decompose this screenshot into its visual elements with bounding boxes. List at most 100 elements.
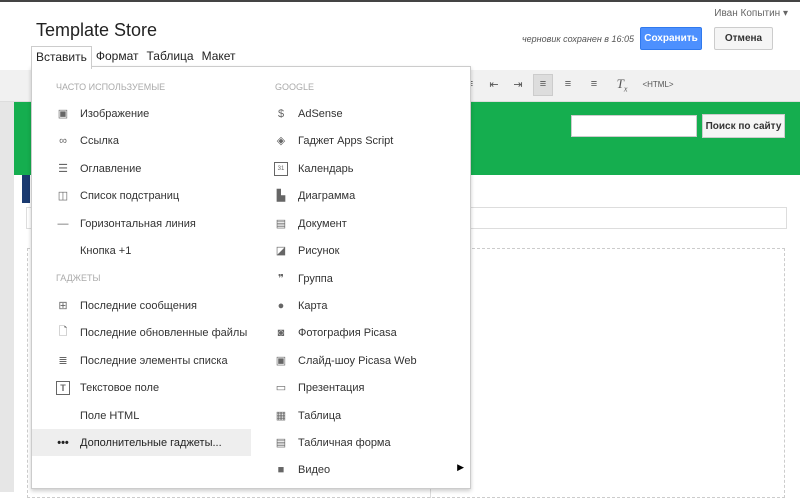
menu-item-map[interactable]: ● Карта [272, 292, 470, 319]
presentation-icon: ▭ [275, 382, 287, 394]
menu-item-textbox[interactable]: T Текстовое поле [32, 374, 251, 401]
link-icon: ∞ [59, 134, 67, 147]
submenu-arrow-icon: ▶ [457, 462, 464, 472]
item-label: Календарь [298, 162, 354, 175]
item-label: Текстовое поле [80, 381, 160, 394]
site-search-button[interactable]: Поиск по сайту [702, 114, 785, 138]
menu-item-recent-files[interactable]: 🗋 Последние обновленные файлы [32, 319, 251, 346]
menu-item-group[interactable]: ❞ Группа [272, 265, 470, 292]
page-title: Template Store [36, 20, 158, 40]
spreadsheet-icon: ▦ [275, 410, 287, 422]
top-border [0, 0, 800, 2]
item-label: Таблица [298, 409, 342, 422]
item-label: Карта [298, 299, 328, 312]
section-header-frequent: ЧАСТО ИСПОЛЬЗУЕМЫЕ [56, 82, 166, 92]
toc-icon: ☰ [58, 163, 68, 175]
align-left-icon[interactable]: ≡ [535, 78, 551, 92]
item-label: Дополнительные гаджеты... [80, 436, 222, 449]
menu-item-more-gadgets[interactable]: ••• Дополнительные гаджеты... [32, 429, 251, 456]
menu-item-toc[interactable]: ☰ Оглавление [32, 155, 251, 182]
clear-format-icon[interactable]: Tx [614, 76, 630, 94]
item-label: Последние обновленные файлы [80, 326, 248, 339]
item-label: Рисунок [298, 244, 340, 257]
dollar-icon: $ [277, 107, 285, 120]
indent-icon[interactable]: ⇥ [510, 78, 526, 92]
item-label: Последние элементы списка [80, 354, 228, 367]
item-label: Поле HTML [80, 409, 140, 422]
menu-item-spreadsheet[interactable]: ▦ Таблица [272, 402, 470, 429]
item-label: Документ [298, 217, 347, 230]
camera-icon: ◙ [277, 326, 285, 339]
item-label: Гаджет Apps Script [298, 134, 394, 147]
item-label: Фотография Picasa [298, 326, 397, 339]
script-icon: ◈ [276, 135, 286, 147]
posts-icon: ⊞ [58, 300, 68, 312]
map-pin-icon: ● [277, 299, 285, 312]
item-label: Видео [298, 463, 331, 476]
menu-item-calendar[interactable]: 31 Календарь [272, 155, 470, 182]
item-label: Презентация [298, 381, 365, 394]
html-button[interactable]: <HTML> [641, 80, 675, 94]
align-center-icon[interactable]: ≡ [560, 78, 576, 92]
section-header-google: GOOGLE [275, 82, 315, 92]
cancel-button[interactable]: Отмена [714, 27, 773, 50]
item-label: Кнопка +1 [80, 244, 132, 257]
item-label: Ссылка [80, 134, 119, 147]
menu-item-subpages[interactable]: ◫ Список подстраниц [32, 182, 251, 209]
nav-strip [22, 175, 30, 203]
video-icon: ■ [277, 463, 285, 476]
slideshow-icon: ▣ [275, 355, 287, 367]
menu-item-presentation[interactable]: ▭ Презентация [272, 374, 470, 401]
hr-icon: — [57, 217, 69, 230]
more-icon: ••• [57, 436, 69, 449]
menu-item-form[interactable]: ▤ Табличная форма [272, 429, 470, 456]
menu-item-hr[interactable]: — Горизонтальная линия [32, 210, 251, 237]
menu-item-picasa-slideshow[interactable]: ▣ Слайд-шоу Picasa Web [272, 347, 470, 374]
calendar-icon: 31 [274, 161, 288, 176]
item-label: Слайд-шоу Picasa Web [298, 354, 417, 367]
item-label: Диаграмма [298, 189, 356, 202]
item-label: Список подстраниц [80, 189, 180, 202]
menu-item-html-box[interactable]: Поле HTML [32, 402, 251, 429]
document-icon: ▤ [275, 218, 287, 230]
menu-item-plusone[interactable]: Кнопка +1 [32, 237, 251, 264]
image-icon: ▣ [57, 108, 69, 120]
drawing-icon: ◪ [275, 245, 287, 257]
menu-item-picasa-photo[interactable]: ◙ Фотография Picasa [272, 319, 470, 346]
menu-insert[interactable]: Вставить [31, 46, 92, 69]
menu-item-adsense[interactable]: $ AdSense [272, 100, 470, 127]
menu-item-recent-list[interactable]: ≣ Последние элементы списка [32, 347, 251, 374]
blank-icon [56, 244, 70, 258]
group-icon: ❞ [278, 273, 284, 285]
section-header-gadgets: ГАДЖЕТЫ [56, 273, 101, 283]
files-icon: 🗋 [58, 326, 68, 338]
outdent-icon[interactable]: ⇤ [486, 78, 502, 92]
menu-item-image[interactable]: ▣ Изображение [32, 100, 251, 127]
item-label: Изображение [80, 107, 150, 120]
form-icon: ▤ [275, 437, 287, 449]
textbox-icon: T [56, 380, 70, 395]
menu-item-recent-posts[interactable]: ⊞ Последние сообщения [32, 292, 251, 319]
save-button[interactable]: Сохранить [640, 27, 702, 50]
menu-item-chart[interactable]: ▙ Диаграмма [272, 182, 470, 209]
item-label: Последние сообщения [80, 299, 198, 312]
list-icon: ≣ [58, 355, 68, 367]
item-label: AdSense [298, 107, 343, 120]
menu-item-link[interactable]: ∞ Ссылка [32, 127, 251, 154]
menu-item-drawing[interactable]: ◪ Рисунок [272, 237, 470, 264]
item-label: Оглавление [80, 162, 142, 175]
subpages-icon: ◫ [57, 190, 69, 202]
chart-icon: ▙ [276, 190, 286, 202]
blank-icon [56, 409, 70, 423]
draft-status: черновик сохранен в 16:05 [522, 34, 635, 44]
item-label: Группа [298, 272, 333, 285]
site-search-input[interactable] [571, 115, 697, 137]
insert-menu: ЧАСТО ИСПОЛЬЗУЕМЫЕ GOOGLE ГАДЖЕТЫ ▣ Изобр… [31, 66, 471, 489]
menu-item-video[interactable]: ■ Видео [272, 456, 470, 483]
menu-item-document[interactable]: ▤ Документ [272, 210, 470, 237]
item-label: Горизонтальная линия [80, 217, 196, 230]
item-label: Табличная форма [298, 436, 391, 449]
align-right-icon[interactable]: ≡ [586, 78, 602, 92]
menu-item-apps-script[interactable]: ◈ Гаджет Apps Script [272, 127, 470, 154]
user-menu[interactable]: Иван Копытин ▾ [714, 8, 788, 19]
